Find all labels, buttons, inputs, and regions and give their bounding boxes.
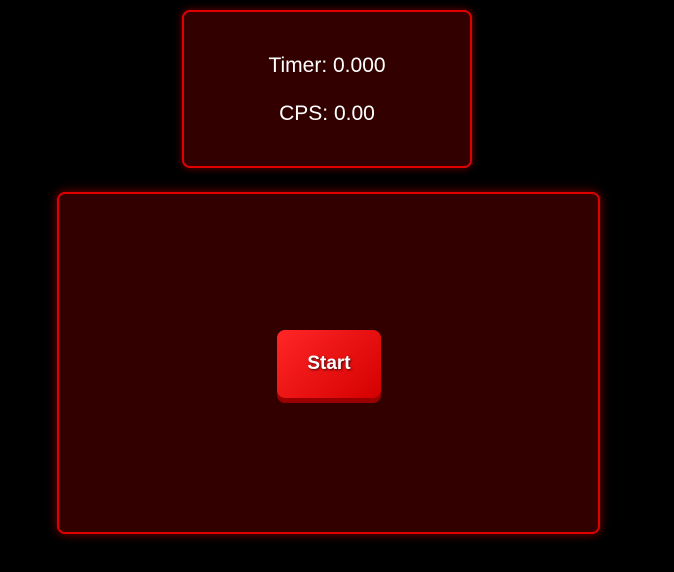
cps-display: CPS: 0.00: [184, 102, 470, 126]
timer-label: Timer:: [268, 54, 328, 77]
timer-display: Timer: 0.000: [184, 54, 470, 78]
timer-value: 0.000: [333, 54, 386, 77]
stats-panel: Timer: 0.000 CPS: 0.00: [182, 10, 472, 168]
start-button[interactable]: Start: [277, 330, 381, 398]
cps-value: 0.00: [333, 102, 375, 125]
cps-label: CPS:: [279, 102, 329, 125]
click-area[interactable]: Start: [57, 192, 600, 534]
